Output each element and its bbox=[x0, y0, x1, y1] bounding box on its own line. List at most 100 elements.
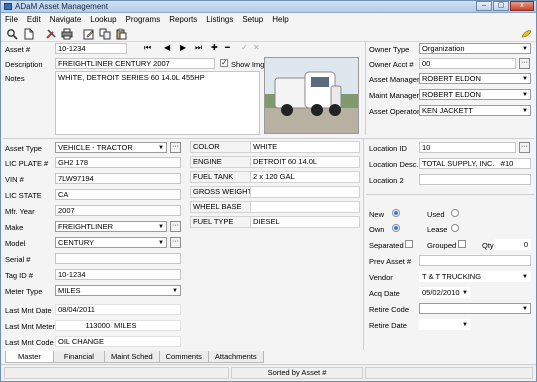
acq-date-picker[interactable]: 05/02/2010 ▼ bbox=[419, 287, 471, 298]
maint-manager-value: ROBERT ELDON bbox=[422, 90, 481, 99]
zoom-icon[interactable] bbox=[5, 28, 18, 40]
description-label: Description bbox=[5, 60, 43, 69]
menu-file[interactable]: File bbox=[1, 14, 23, 26]
location2-input[interactable] bbox=[419, 174, 531, 185]
meter-type-select[interactable]: MILES ▼ bbox=[55, 285, 181, 296]
model-select[interactable]: CENTURY ▼ bbox=[55, 237, 167, 248]
print-icon[interactable] bbox=[60, 28, 73, 40]
post-record-button[interactable]: ✓ bbox=[241, 43, 248, 52]
spec-label: GROSS WEIGHT bbox=[190, 186, 251, 198]
spec-value[interactable] bbox=[250, 186, 360, 198]
own-radio[interactable] bbox=[392, 224, 400, 232]
add-record-button[interactable]: ✚ bbox=[211, 43, 218, 52]
make-value: FREIGHTLINER bbox=[58, 222, 114, 231]
make-lookup-button[interactable]: ··· bbox=[170, 221, 181, 232]
separated-checkbox[interactable] bbox=[405, 240, 413, 248]
qty-input[interactable]: 0 bbox=[495, 239, 531, 250]
copy-icon[interactable] bbox=[98, 28, 111, 40]
next-record-button[interactable]: ▶ bbox=[180, 43, 186, 52]
show-img-checkbox[interactable] bbox=[220, 58, 228, 67]
description-input[interactable]: FREIGHTLINER CENTURY 2007 bbox=[55, 58, 215, 69]
asset-manager-label: Asset Manager bbox=[369, 75, 420, 84]
menu-help[interactable]: Help bbox=[268, 14, 293, 26]
close-button[interactable]: x bbox=[510, 1, 534, 11]
asset-operator-select[interactable]: KEN JACKETT ▼ bbox=[419, 105, 531, 116]
menu-programs[interactable]: Programs bbox=[122, 14, 166, 26]
menu-listings[interactable]: Listings bbox=[202, 14, 238, 26]
prev-asset-label: Prev Asset # bbox=[369, 257, 412, 266]
meter-type-label: Meter Type bbox=[5, 287, 43, 296]
prev-record-button[interactable]: ◀ bbox=[164, 43, 170, 52]
menu-navigate[interactable]: Navigate bbox=[46, 14, 87, 26]
chevron-down-icon: ▼ bbox=[462, 290, 468, 296]
make-select[interactable]: FREIGHTLINER ▼ bbox=[55, 221, 167, 232]
menu-lookup[interactable]: Lookup bbox=[86, 14, 121, 26]
spec-value[interactable]: 2 x 120 GAL bbox=[250, 171, 360, 183]
status-bar: Sorted by Asset # bbox=[1, 364, 536, 381]
lease-radio[interactable] bbox=[451, 224, 459, 232]
asset-manager-select[interactable]: ROBERT ELDON ▼ bbox=[419, 73, 531, 84]
location-id-input[interactable]: 10 bbox=[419, 142, 516, 153]
paste-icon[interactable] bbox=[114, 28, 127, 40]
spec-value[interactable]: DETROIT 60 14.0L bbox=[250, 156, 360, 168]
location-id-label: Location ID bbox=[369, 144, 407, 153]
spec-value[interactable] bbox=[250, 201, 360, 213]
cancel-record-button[interactable]: ✕ bbox=[253, 43, 260, 52]
asset-number-input[interactable]: 10-1234 bbox=[55, 43, 127, 54]
mfr-year-input[interactable]: 2007 bbox=[55, 205, 181, 216]
tag-id-input[interactable]: 10-1234 bbox=[55, 269, 181, 280]
minimize-button[interactable]: – bbox=[476, 1, 492, 11]
vin-input[interactable]: 7LW97194 bbox=[55, 173, 181, 184]
lic-state-input[interactable]: CA bbox=[55, 189, 181, 200]
last-mnt-meter-label: Last Mnt Meter bbox=[5, 322, 56, 331]
menu-reports[interactable]: Reports bbox=[165, 14, 202, 26]
last-mnt-date-value: 08/04/2011 bbox=[55, 304, 181, 315]
prev-asset-input[interactable] bbox=[419, 255, 531, 266]
own-label: Own bbox=[369, 225, 385, 234]
grouped-checkbox[interactable] bbox=[458, 240, 466, 248]
tab-attachments[interactable]: Attachments bbox=[207, 351, 264, 363]
chevron-down-icon: ▼ bbox=[158, 240, 164, 246]
owner-acct-lookup-button[interactable]: ··· bbox=[519, 58, 530, 69]
menu-setup[interactable]: Setup bbox=[238, 14, 268, 26]
app-icon bbox=[4, 3, 12, 10]
owner-type-select[interactable]: Organization ▼ bbox=[419, 43, 531, 54]
maximize-button[interactable]: ▢ bbox=[493, 1, 509, 11]
last-record-button[interactable]: ⏭ bbox=[195, 43, 202, 53]
sort-status: Sorted by Asset # bbox=[231, 367, 363, 379]
location-lookup-button[interactable]: ··· bbox=[519, 142, 530, 153]
retire-code-select[interactable]: ▼ bbox=[419, 303, 531, 314]
lic-plate-input[interactable]: GH2 178 bbox=[55, 157, 181, 168]
help-icon[interactable] bbox=[519, 28, 532, 40]
asset-type-lookup-button[interactable]: ··· bbox=[170, 142, 181, 153]
tab-comments[interactable]: Comments bbox=[158, 351, 209, 363]
model-lookup-button[interactable]: ··· bbox=[170, 237, 181, 248]
menu-bar: File Edit Navigate Lookup Programs Repor… bbox=[1, 14, 536, 26]
serial-input[interactable] bbox=[55, 253, 181, 264]
tools-icon[interactable] bbox=[44, 28, 57, 40]
retire-date-picker[interactable]: ▼ bbox=[419, 319, 471, 330]
first-record-button[interactable]: ⏮ bbox=[144, 43, 151, 53]
location-desc-input[interactable]: TOTAL SUPPLY, INC. #10 bbox=[419, 158, 531, 169]
maint-manager-select[interactable]: ROBERT ELDON ▼ bbox=[419, 89, 531, 100]
menu-edit[interactable]: Edit bbox=[23, 14, 46, 26]
new-document-icon[interactable] bbox=[22, 28, 35, 40]
owner-acct-input[interactable]: 00 bbox=[419, 58, 516, 69]
lic-plate-label: LIC PLATE # bbox=[5, 159, 49, 168]
notes-textarea[interactable]: WHITE, DETROIT SERIES 60 14.0L 455HP bbox=[55, 71, 260, 135]
tab-master[interactable]: Master bbox=[5, 351, 54, 363]
tab-financial[interactable]: Financial bbox=[52, 351, 105, 363]
tab-maint-sched[interactable]: Maint Sched bbox=[103, 351, 160, 363]
spec-value[interactable]: WHITE bbox=[250, 141, 360, 153]
asset-operator-label: Asset Operator bbox=[369, 107, 420, 116]
spec-label: WHEEL BASE bbox=[190, 201, 251, 213]
asset-type-select[interactable]: VEHICLE - TRACTOR ▼ bbox=[55, 142, 167, 153]
spec-value[interactable]: DIESEL bbox=[250, 216, 360, 228]
new-radio[interactable] bbox=[392, 209, 400, 217]
edit-icon[interactable] bbox=[82, 28, 95, 40]
used-radio[interactable] bbox=[451, 209, 459, 217]
qty-label: Qty bbox=[482, 241, 494, 250]
delete-record-button[interactable]: ━ bbox=[225, 43, 230, 52]
asset-photo bbox=[264, 57, 359, 134]
vendor-select[interactable]: T & T TRUCKING ▼ bbox=[419, 271, 531, 282]
